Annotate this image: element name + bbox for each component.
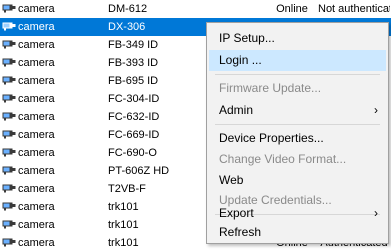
device-name: FC-669-ID: [108, 129, 160, 141]
device-name: trk101: [108, 219, 139, 231]
menu-separator: [215, 74, 380, 75]
device-type-label: camera: [18, 3, 55, 15]
device-type-label: camera: [18, 219, 55, 231]
device-name: trk101: [108, 237, 139, 249]
camera-icon: [2, 202, 16, 211]
camera-icon: [2, 166, 16, 175]
menu-item-web[interactable]: Web: [209, 170, 386, 191]
device-type-cell: camera: [2, 18, 102, 36]
context-menu: IP Setup... Login ... Firmware Update...…: [206, 22, 389, 244]
menu-item-label: Refresh: [219, 225, 262, 239]
menu-item-label: Change Video Format...: [219, 152, 347, 166]
camera-icon: [2, 112, 16, 121]
device-type-cell: camera: [2, 126, 102, 144]
device-type-label: camera: [18, 129, 55, 141]
menu-item-label: Export: [219, 206, 254, 220]
menu-item-refresh[interactable]: Refresh: [209, 222, 386, 243]
camera-icon: [2, 76, 16, 85]
menu-item-device-properties[interactable]: Device Properties...: [209, 128, 386, 149]
device-name: FC-304-ID: [108, 93, 160, 105]
camera-icon: [2, 130, 16, 139]
menu-item-label: Admin: [219, 103, 254, 117]
device-type-label: camera: [18, 93, 55, 105]
camera-icon: [2, 184, 16, 193]
device-type-label: camera: [18, 75, 55, 87]
device-type-label: camera: [18, 201, 55, 213]
device-name: DX-306: [108, 21, 146, 33]
device-name: PT-606Z HD: [108, 165, 170, 177]
device-type-label: camera: [18, 39, 55, 51]
device-type-cell: camera: [2, 108, 102, 126]
device-auth: Not authenticated: [318, 3, 390, 15]
menu-item-firmware-update[interactable]: Firmware Update...: [209, 78, 386, 99]
chevron-right-icon: ›: [374, 103, 378, 117]
device-type-cell: camera: [2, 216, 102, 234]
device-name: FC-632-ID: [108, 111, 160, 123]
device-name: trk101: [108, 201, 139, 213]
menu-item-change-video-format[interactable]: Change Video Format...: [209, 149, 386, 170]
device-type-cell: camera: [2, 180, 102, 198]
device-type-cell: camera: [2, 198, 102, 216]
device-type-label: camera: [18, 237, 55, 249]
device-type-cell: camera: [2, 162, 102, 180]
camera-icon: [2, 148, 16, 157]
device-name: FB-695 ID: [108, 75, 159, 87]
device-type-label: camera: [18, 147, 55, 159]
camera-icon: [2, 94, 16, 103]
device-type-cell: camera: [2, 234, 102, 252]
camera-icon: [2, 22, 16, 31]
camera-icon: [2, 58, 16, 67]
camera-icon: [2, 4, 16, 13]
device-type-cell: camera: [2, 36, 102, 54]
menu-item-label: Device Properties...: [219, 131, 324, 145]
device-type-label: camera: [18, 111, 55, 123]
menu-item-export[interactable]: Export ›: [209, 203, 386, 224]
menu-item-label: Web: [219, 173, 244, 187]
device-status: Online: [276, 3, 308, 15]
device-name: FB-349 ID: [108, 39, 159, 51]
menu-item-login[interactable]: Login ...: [209, 50, 386, 71]
device-type-label: camera: [18, 57, 55, 69]
menu-item-label: Login ...: [219, 53, 262, 67]
device-name: FC-690-O: [108, 147, 157, 159]
device-type-cell: camera: [2, 144, 102, 162]
device-type-cell: camera: [2, 72, 102, 90]
menu-item-label: Firmware Update...: [219, 81, 322, 95]
device-type-label: camera: [18, 183, 55, 195]
device-type-cell: camera: [2, 54, 102, 72]
menu-item-label: IP Setup...: [219, 31, 275, 45]
device-type-cell: camera: [2, 0, 102, 18]
camera-icon: [2, 220, 16, 229]
device-type-label: camera: [18, 21, 55, 33]
menu-separator: [215, 124, 380, 125]
menu-item-admin[interactable]: Admin ›: [209, 100, 386, 121]
camera-icon: [2, 238, 16, 247]
device-name: DM-612: [108, 3, 148, 15]
device-type-label: camera: [18, 165, 55, 177]
device-name: FB-393 ID: [108, 57, 159, 69]
device-name: T2VB-F: [108, 183, 146, 195]
menu-item-ip-setup[interactable]: IP Setup...: [209, 28, 386, 49]
chevron-right-icon: ›: [374, 206, 378, 220]
device-type-cell: camera: [2, 90, 102, 108]
camera-icon: [2, 40, 16, 49]
table-row[interactable]: camera DM-612 Online Not authenticated: [0, 0, 391, 18]
